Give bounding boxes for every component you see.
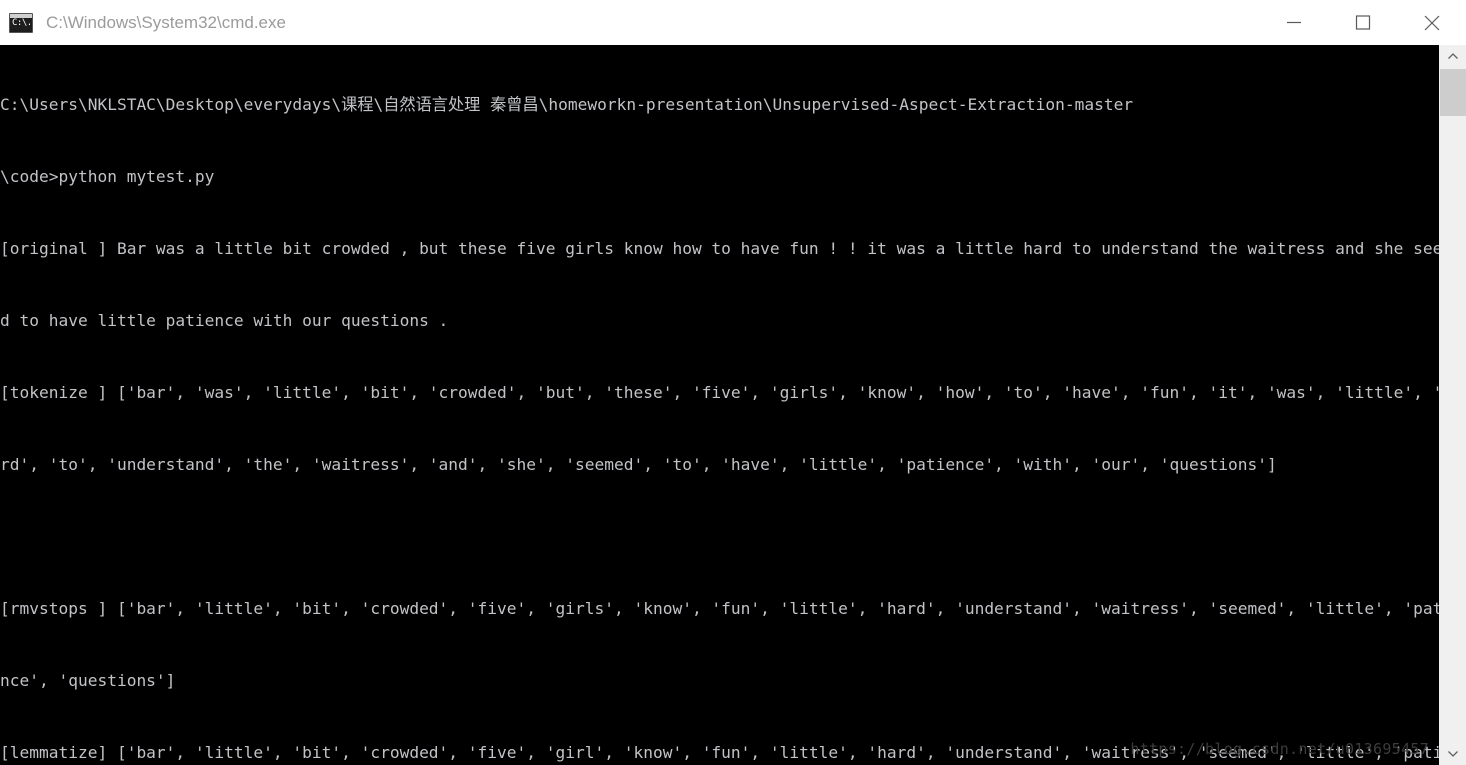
- console-line: [rmvstops ] ['bar', 'little', 'bit', 'cr…: [0, 599, 1439, 618]
- vertical-scrollbar[interactable]: [1439, 45, 1466, 765]
- close-button[interactable]: [1397, 0, 1466, 45]
- title-bar[interactable]: C:\. C:\Windows\System32\cmd.exe: [0, 0, 1466, 45]
- scrollbar-thumb[interactable]: [1440, 69, 1466, 116]
- console-output[interactable]: C:\Users\NKLSTAC\Desktop\everydays\课程\自然…: [0, 45, 1439, 765]
- console-line: d to have little patience with our quest…: [0, 311, 449, 330]
- console-line: rd', 'to', 'understand', 'the', 'waitres…: [0, 455, 1277, 474]
- minimize-button[interactable]: [1259, 0, 1328, 45]
- console-line: [original ] Bar was a little bit crowded…: [0, 239, 1439, 258]
- console-text-buffer: C:\Users\NKLSTAC\Desktop\everydays\课程\自然…: [0, 45, 1439, 765]
- cmd-console-icon: C:\.: [9, 12, 33, 33]
- console-line: C:\Users\NKLSTAC\Desktop\everydays\课程\自然…: [0, 95, 1134, 114]
- watermark-url: https://blog.csdn.net/u013695457: [1130, 740, 1429, 758]
- scrollbar-track[interactable]: [1440, 69, 1466, 741]
- title-bar-left: C:\. C:\Windows\System32\cmd.exe: [0, 12, 1259, 33]
- window-title: C:\Windows\System32\cmd.exe: [46, 12, 286, 32]
- console-line: [tokenize ] ['bar', 'was', 'little', 'bi…: [0, 383, 1439, 402]
- scroll-up-arrow-icon[interactable]: [1440, 45, 1466, 69]
- window-controls: [1259, 0, 1466, 45]
- scroll-down-arrow-icon[interactable]: [1440, 741, 1466, 765]
- cmd-icon-glyph: C:\.: [12, 17, 32, 28]
- console-line: \code>python mytest.py: [0, 167, 215, 186]
- console-area: C:\Users\NKLSTAC\Desktop\everydays\课程\自然…: [0, 45, 1466, 765]
- cmd-window: C:\. C:\Windows\System32\cmd.exe C:\User…: [0, 0, 1466, 765]
- maximize-button[interactable]: [1328, 0, 1397, 45]
- console-line: nce', 'questions']: [0, 671, 176, 690]
